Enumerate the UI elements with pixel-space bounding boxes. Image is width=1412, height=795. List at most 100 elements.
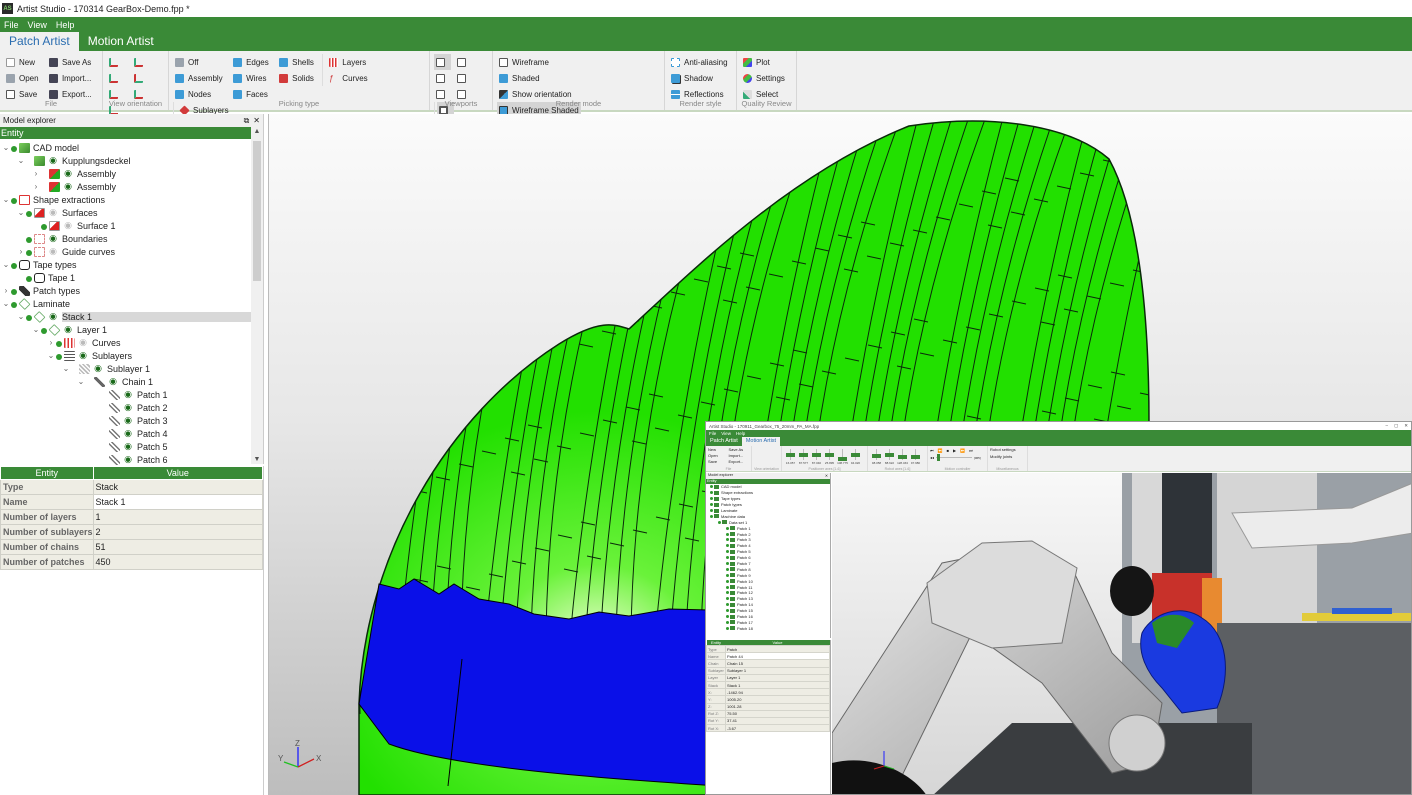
explorer-scrollbar[interactable]: ▲ ▼ [251, 127, 263, 464]
render-wireframe-button[interactable]: Wireframe [497, 54, 574, 70]
viewport-3b-button[interactable] [455, 70, 472, 86]
tree-item[interactable]: ◉ Patch 1 [0, 388, 252, 401]
axis-slider-knob[interactable] [898, 454, 907, 459]
tree-item[interactable]: ◉ Boundaries [0, 232, 252, 245]
visibility-eye-icon[interactable]: ◉ [63, 181, 73, 192]
inset-first-icon[interactable]: ⏮ [930, 448, 934, 453]
inset-tree-item[interactable]: Patch 18 [706, 625, 830, 631]
axis-slider-track[interactable] [799, 449, 808, 460]
pick-curves-button[interactable]: ƒ Curves [327, 70, 369, 86]
axis-slider-knob[interactable] [825, 453, 834, 458]
inset-tab-motion-artist[interactable]: Motion Artist [741, 437, 781, 446]
inset-last-icon[interactable]: ⏭ [969, 448, 973, 453]
tree-item[interactable]: › ◉ Curves [0, 336, 252, 349]
chevron-down-icon[interactable]: ⌄ [17, 312, 25, 321]
tree-item[interactable]: Tape 1 [0, 271, 252, 284]
view-plus-x-button[interactable] [107, 54, 124, 70]
menu-file[interactable]: File [4, 20, 19, 30]
tree-item[interactable]: ◉ Patch 2 [0, 401, 252, 414]
tree-item[interactable]: ◉ Surface 1 [0, 219, 252, 232]
inset-close-icon[interactable]: ✕ [1404, 423, 1408, 429]
inset-motion-slider-knob[interactable] [936, 454, 940, 461]
tree-item[interactable]: ◉ Patch 6 [0, 453, 252, 466]
plot-button[interactable]: Plot [741, 54, 787, 70]
inset-motion-slider[interactable] [936, 454, 973, 461]
tree-item[interactable]: › Patch types [0, 284, 252, 297]
tab-motion-artist[interactable]: Motion Artist [79, 32, 163, 51]
import-button[interactable]: Import... [47, 70, 94, 86]
axis-slider-track[interactable] [825, 449, 834, 460]
axis-slider[interactable]: 16.057 [784, 449, 797, 465]
tab-patch-artist[interactable]: Patch Artist [0, 32, 79, 51]
chevron-right-icon[interactable]: › [47, 338, 55, 347]
visibility-eye-icon[interactable]: ◉ [48, 311, 58, 322]
tree-item[interactable]: ◉ Patch 4 [0, 427, 252, 440]
chevron-down-icon[interactable]: ⌄ [2, 260, 10, 269]
visibility-eye-icon[interactable]: ◉ [123, 415, 133, 426]
scroll-down-icon[interactable]: ▼ [251, 456, 263, 463]
axis-slider-track[interactable] [872, 449, 881, 460]
axis-slider[interactable]: 88.622 [883, 449, 896, 465]
tree-item[interactable]: ⌄ Tape types [0, 258, 252, 271]
visibility-eye-icon[interactable]: ◉ [108, 376, 118, 387]
axis-slider-track[interactable] [786, 449, 795, 460]
menu-help[interactable]: Help [56, 20, 75, 30]
chevron-right-icon[interactable]: › [2, 286, 10, 295]
visibility-eye-icon[interactable]: ◉ [123, 428, 133, 439]
tree-item[interactable]: ⌄ ◉ Sublayer 1 [0, 362, 252, 375]
axis-slider-knob[interactable] [838, 456, 847, 461]
axis-slider-track[interactable] [838, 449, 847, 461]
inset-rewind-icon[interactable]: ⏪ [938, 448, 943, 453]
tree-item[interactable]: › ◉ Assembly [0, 180, 252, 193]
tree-item[interactable]: › ◉ Guide curves [0, 245, 252, 258]
tree-item[interactable]: ⌄ ◉ Chain 1 [0, 375, 252, 388]
pick-solids-button[interactable]: Solids [277, 70, 316, 86]
inset-save-button[interactable]: Save [708, 459, 729, 464]
property-value-input[interactable]: Stack 1 [92, 494, 264, 510]
view-plus-y-button[interactable] [107, 70, 124, 86]
axis-slider-knob[interactable] [799, 453, 808, 458]
view-minus-x-button[interactable] [132, 54, 149, 70]
axis-slider[interactable]: 98.058 [870, 449, 883, 465]
inset-menu-help[interactable]: Help [736, 431, 745, 436]
axis-slider-track[interactable] [812, 449, 821, 460]
inset-stop-icon[interactable]: ■ [947, 448, 949, 453]
inset-property-value[interactable]: Patch 44 [725, 652, 830, 661]
pick-shells-button[interactable]: Shells [277, 54, 316, 70]
axis-slider-track[interactable] [851, 449, 860, 460]
chevron-down-icon[interactable]: ⌄ [17, 208, 25, 217]
menu-view[interactable]: View [28, 20, 47, 30]
tree-item[interactable]: ⌄ Laminate [0, 297, 252, 310]
inset-robot-settings-button[interactable]: Robot settings [990, 447, 1025, 452]
tree-item[interactable]: ⌄ CAD model [0, 141, 252, 154]
axis-slider[interactable]: 25.895 [823, 449, 836, 465]
render-shaded-button[interactable]: Shaded [497, 70, 574, 86]
tree-item[interactable]: › ◉ Assembly [0, 167, 252, 180]
axis-slider-knob[interactable] [812, 452, 821, 457]
inset-minimize-icon[interactable]: – [1385, 423, 1388, 429]
inset-explorer-close-icon[interactable]: ✕ [825, 473, 828, 479]
chevron-down-icon[interactable]: ⌄ [47, 351, 55, 360]
visibility-eye-icon[interactable]: ◉ [48, 155, 58, 166]
visibility-eye-icon[interactable]: ◉ [78, 350, 88, 361]
inset-step-back-icon[interactable]: ◂◂ [930, 455, 934, 460]
inset-robot-viewport[interactable] [832, 473, 1411, 794]
tree-item[interactable]: ◉ Patch 3 [0, 414, 252, 427]
visibility-eye-icon[interactable]: ◉ [123, 441, 133, 452]
inset-maximize-icon[interactable]: ▢ [1394, 423, 1398, 429]
chevron-down-icon[interactable]: ⌄ [32, 325, 40, 334]
visibility-eye-icon[interactable]: ◉ [93, 363, 103, 374]
axis-slider[interactable]: 87.577 [797, 449, 810, 465]
tree-item[interactable]: ⌄ ◉ Stack 1 [0, 310, 253, 323]
axis-slider[interactable]: 94.020 [849, 449, 862, 465]
axis-slider-track[interactable] [885, 449, 894, 460]
axis-slider[interactable]: 128.463 [896, 449, 909, 465]
axis-slider[interactable]: 97.980 [909, 449, 922, 465]
chevron-down-icon[interactable]: ⌄ [17, 156, 25, 165]
inset-menu-file[interactable]: File [709, 431, 716, 436]
open-button[interactable]: Open [4, 70, 41, 86]
axis-slider-track[interactable] [898, 449, 907, 460]
chevron-down-icon[interactable]: ⌄ [62, 364, 70, 373]
inset-modify-joints-button[interactable]: Modify joints [990, 454, 1025, 459]
visibility-eye-icon[interactable]: ◉ [123, 454, 133, 465]
